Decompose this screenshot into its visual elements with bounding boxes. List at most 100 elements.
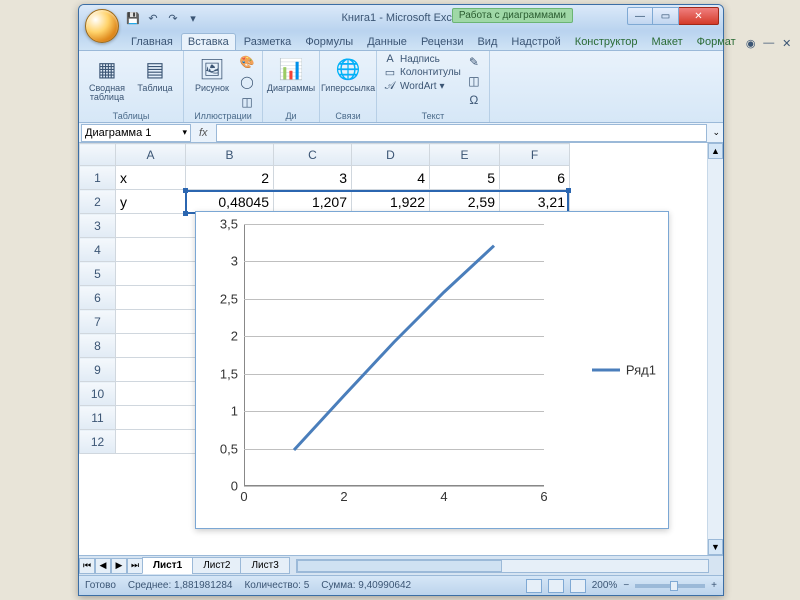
tab-insert[interactable]: Вставка — [181, 33, 236, 50]
select-all-corner[interactable] — [80, 144, 116, 166]
object-icon[interactable]: ◫ — [465, 72, 483, 90]
tab-addins[interactable]: Надстрой — [505, 34, 566, 50]
tab-review[interactable]: Рецензи — [415, 34, 470, 50]
tab-data[interactable]: Данные — [361, 34, 413, 50]
view-normal-button[interactable] — [526, 579, 542, 593]
embedded-chart[interactable]: 00,511,522,533,5 0246 Ряд1 — [195, 211, 669, 529]
clipart-icon[interactable]: 🎨 — [238, 53, 256, 71]
pivot-table-button[interactable]: ▦ Сводная таблица — [85, 53, 129, 105]
shapes-icon[interactable]: ◯ — [238, 73, 256, 91]
close-button[interactable]: ✕ — [679, 7, 719, 25]
row-header-7[interactable]: 7 — [80, 310, 116, 334]
cell-B2[interactable]: 0,48045 — [186, 190, 274, 214]
zoom-thumb[interactable] — [670, 581, 678, 591]
doc-close-icon[interactable]: ✕ — [780, 36, 794, 50]
tab-pagelayout[interactable]: Разметка — [238, 34, 298, 50]
col-header-B[interactable]: B — [186, 144, 274, 166]
vertical-scrollbar[interactable]: ▲ ▼ — [707, 143, 723, 555]
textbox-button[interactable]: AНадпись — [383, 53, 461, 65]
cell-A2[interactable]: y — [116, 190, 186, 214]
cell-C2[interactable]: 1,207 — [274, 190, 352, 214]
selection-handle[interactable] — [183, 188, 188, 193]
row-header-2[interactable]: 2 — [80, 190, 116, 214]
chart-legend[interactable]: Ряд1 — [592, 363, 656, 378]
headerfooter-button[interactable]: ▭Колонтитулы — [383, 66, 461, 79]
wordart-button[interactable]: 𝒜WordArt▾ — [383, 80, 461, 93]
tab-layout[interactable]: Макет — [646, 34, 689, 50]
row-header-4[interactable]: 4 — [80, 238, 116, 262]
tab-nav-prev-icon[interactable]: ◀ — [95, 558, 111, 574]
zoom-out-icon[interactable]: − — [623, 580, 629, 591]
row-header-12[interactable]: 12 — [80, 430, 116, 454]
row-header-3[interactable]: 3 — [80, 214, 116, 238]
tab-view[interactable]: Вид — [471, 34, 503, 50]
col-header-E[interactable]: E — [430, 144, 500, 166]
ribbon-minimize-icon[interactable]: — — [762, 36, 776, 50]
hyperlink-button[interactable]: 🌐 Гиперссылка — [326, 53, 370, 95]
help-icon[interactable]: ◉ — [744, 36, 758, 50]
tab-formulas[interactable]: Формулы — [299, 34, 359, 50]
office-button[interactable] — [85, 9, 119, 43]
cell-D1[interactable]: 4 — [352, 166, 430, 190]
tab-nav-last-icon[interactable]: ⏭ — [127, 558, 143, 574]
sheet-tab-3[interactable]: Лист3 — [240, 557, 289, 574]
charts-button[interactable]: 📊 Диаграммы — [269, 53, 313, 95]
picture-button[interactable]: 🖼 Рисунок — [190, 53, 234, 95]
row-header-9[interactable]: 9 — [80, 358, 116, 382]
formula-input[interactable] — [216, 124, 708, 142]
row-header-5[interactable]: 5 — [80, 262, 116, 286]
scroll-down-icon[interactable]: ▼ — [708, 539, 723, 555]
expand-formula-icon[interactable]: ⌄ — [709, 127, 723, 138]
sheet-tab-1[interactable]: Лист1 — [142, 557, 193, 574]
view-pagebreak-button[interactable] — [570, 579, 586, 593]
smartart-icon[interactable]: ◫ — [238, 93, 256, 111]
signature-icon[interactable]: ✎ — [465, 53, 483, 71]
row-header-10[interactable]: 10 — [80, 382, 116, 406]
row-header-1[interactable]: 1 — [80, 166, 116, 190]
fx-icon[interactable]: fx — [191, 127, 216, 139]
row-header-6[interactable]: 6 — [80, 286, 116, 310]
zoom-in-icon[interactable]: + — [711, 580, 717, 591]
col-header-F[interactable]: F — [500, 144, 570, 166]
tab-home[interactable]: Главная — [125, 34, 179, 50]
cell-E1[interactable]: 5 — [430, 166, 500, 190]
minimize-button[interactable]: — — [627, 7, 653, 25]
redo-icon[interactable]: ↷ — [165, 10, 181, 26]
zoom-slider[interactable] — [635, 584, 705, 588]
selection-handle[interactable] — [566, 188, 571, 193]
view-pagelayout-button[interactable] — [548, 579, 564, 593]
cell-A1[interactable]: x — [116, 166, 186, 190]
tab-nav-next-icon[interactable]: ▶ — [111, 558, 127, 574]
scroll-up-icon[interactable]: ▲ — [708, 143, 723, 159]
col-header-D[interactable]: D — [352, 144, 430, 166]
symbol-icon[interactable]: Ω — [465, 91, 483, 109]
cell-F1[interactable]: 6 — [500, 166, 570, 190]
cell-E2[interactable]: 2,59 — [430, 190, 500, 214]
zoom-level[interactable]: 200% — [592, 580, 618, 591]
sheet-tab-2[interactable]: Лист2 — [192, 557, 241, 574]
col-header-A[interactable]: A — [116, 144, 186, 166]
cell-B1[interactable]: 2 — [186, 166, 274, 190]
horizontal-scrollbar[interactable] — [296, 559, 709, 573]
chart-plot-area[interactable]: 00,511,522,533,5 0246 — [244, 224, 544, 486]
cell-F2[interactable]: 3,21 — [500, 190, 570, 214]
table-button[interactable]: ▤ Таблица — [133, 53, 177, 95]
selection-handle[interactable] — [183, 211, 188, 216]
col-header-C[interactable]: C — [274, 144, 352, 166]
y-tick-label: 3 — [231, 254, 238, 269]
ribbon: ▦ Сводная таблица ▤ Таблица Таблицы 🖼 Ри… — [79, 51, 723, 123]
row-header-11[interactable]: 11 — [80, 406, 116, 430]
spreadsheet-grid[interactable]: A B C D E F 1 x 2 3 4 5 6 2 y 0,48045 1,… — [79, 143, 723, 555]
tab-design[interactable]: Конструктор — [569, 34, 644, 50]
cell-D2[interactable]: 1,922 — [352, 190, 430, 214]
save-icon[interactable]: 💾 — [125, 10, 141, 26]
qat-dropdown-icon[interactable]: ▾ — [185, 10, 201, 26]
tab-nav-first-icon[interactable]: ⏮ — [79, 558, 95, 574]
scroll-thumb[interactable] — [297, 560, 503, 572]
cell-C1[interactable]: 3 — [274, 166, 352, 190]
undo-icon[interactable]: ↶ — [145, 10, 161, 26]
tab-format[interactable]: Формат — [691, 34, 742, 50]
row-header-8[interactable]: 8 — [80, 334, 116, 358]
name-box[interactable]: Диаграмма 1 ▾ — [81, 124, 191, 142]
maximize-button[interactable]: ▭ — [653, 7, 679, 25]
